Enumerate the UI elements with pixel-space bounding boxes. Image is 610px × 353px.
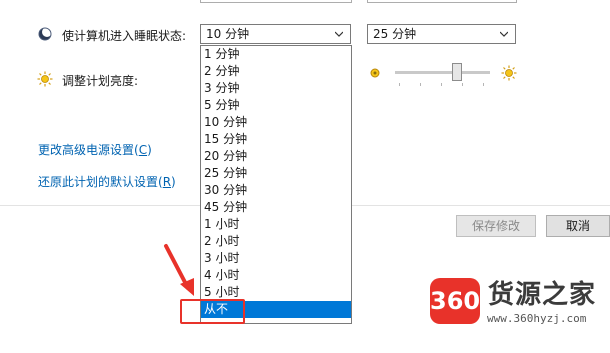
dropdown-option[interactable]: 45 分钟 (201, 199, 351, 216)
advanced-link-text: 更改高级电源设置 (38, 143, 135, 157)
restore-defaults-link[interactable]: 还原此计划的默认设置(R) (38, 173, 176, 190)
dropdown-options: 1 分钟 2 分钟 3 分钟 5 分钟 10 分钟 15 分钟 20 分钟 25 分钟 30 分… (201, 46, 351, 318)
cancel-button[interactable]: 取消 (546, 215, 610, 237)
slider-tick (462, 83, 463, 86)
advanced-power-settings-link[interactable]: 更改高级电源设置(C) (38, 141, 152, 158)
dropdown-option[interactable]: 25 分钟 (201, 165, 351, 182)
slider-tick (441, 83, 442, 86)
dropdown-option[interactable]: 30 分钟 (201, 182, 351, 199)
dropdown-option[interactable]: 3 分钟 (201, 80, 351, 97)
slider-tick (420, 83, 421, 86)
restore-link-text: 还原此计划的默认设置 (38, 175, 159, 189)
slider-tick (483, 83, 484, 86)
dropdown-option[interactable]: 15 分钟 (201, 131, 351, 148)
slider-tick (399, 83, 400, 86)
watermark-logo: 360 (430, 278, 480, 324)
sleep-plugged-in-select[interactable]: 25 分钟 (367, 24, 516, 44)
dropdown-option[interactable]: 4 小时 (201, 267, 351, 284)
watermark-url: www.360hyzj.com (487, 312, 587, 325)
dropdown-option[interactable]: 1 小时 (201, 216, 351, 233)
brightness-high-icon (501, 65, 517, 81)
annotation-arrow (160, 240, 200, 300)
brightness-label: 调整计划亮度: (62, 74, 139, 88)
brightness-slider-thumb[interactable] (452, 63, 462, 81)
sun-icon (37, 71, 53, 87)
sleep-icon (38, 27, 52, 41)
dropdown-option[interactable]: 5 分钟 (201, 97, 351, 114)
brightness-low-icon (369, 67, 381, 79)
sleep-label: 使计算机进入睡眠状态: (62, 29, 187, 43)
restore-link-accesskey: R (162, 175, 172, 189)
sleep-on-battery-value: 10 分钟 (206, 27, 250, 41)
save-changes-button[interactable]: 保存修改 (456, 215, 536, 237)
dropdown-option[interactable]: 3 小时 (201, 250, 351, 267)
chevron-down-icon (335, 31, 343, 37)
sleep-timeout-dropdown-list[interactable]: 1 分钟 2 分钟 3 分钟 5 分钟 10 分钟 15 分钟 20 分钟 25 分钟 30 分… (200, 45, 352, 324)
dropdown-option[interactable]: 10 分钟 (201, 114, 351, 131)
top-select-right-partial[interactable] (367, 0, 517, 3)
chevron-down-icon (500, 31, 508, 37)
dropdown-option[interactable]: 20 分钟 (201, 148, 351, 165)
annotation-highlight-box (180, 299, 245, 324)
brightness-slider-track[interactable] (395, 71, 490, 74)
dropdown-option[interactable]: 2 小时 (201, 233, 351, 250)
sleep-plugged-in-value: 25 分钟 (373, 27, 417, 41)
sleep-on-battery-select[interactable]: 10 分钟 (200, 24, 351, 44)
watermark-title: 货源之家 (488, 280, 597, 310)
dropdown-option[interactable]: 1 分钟 (201, 46, 351, 63)
advanced-link-accesskey: C (138, 143, 148, 157)
dropdown-option[interactable]: 2 分钟 (201, 63, 351, 80)
top-select-left-partial[interactable] (200, 0, 352, 3)
